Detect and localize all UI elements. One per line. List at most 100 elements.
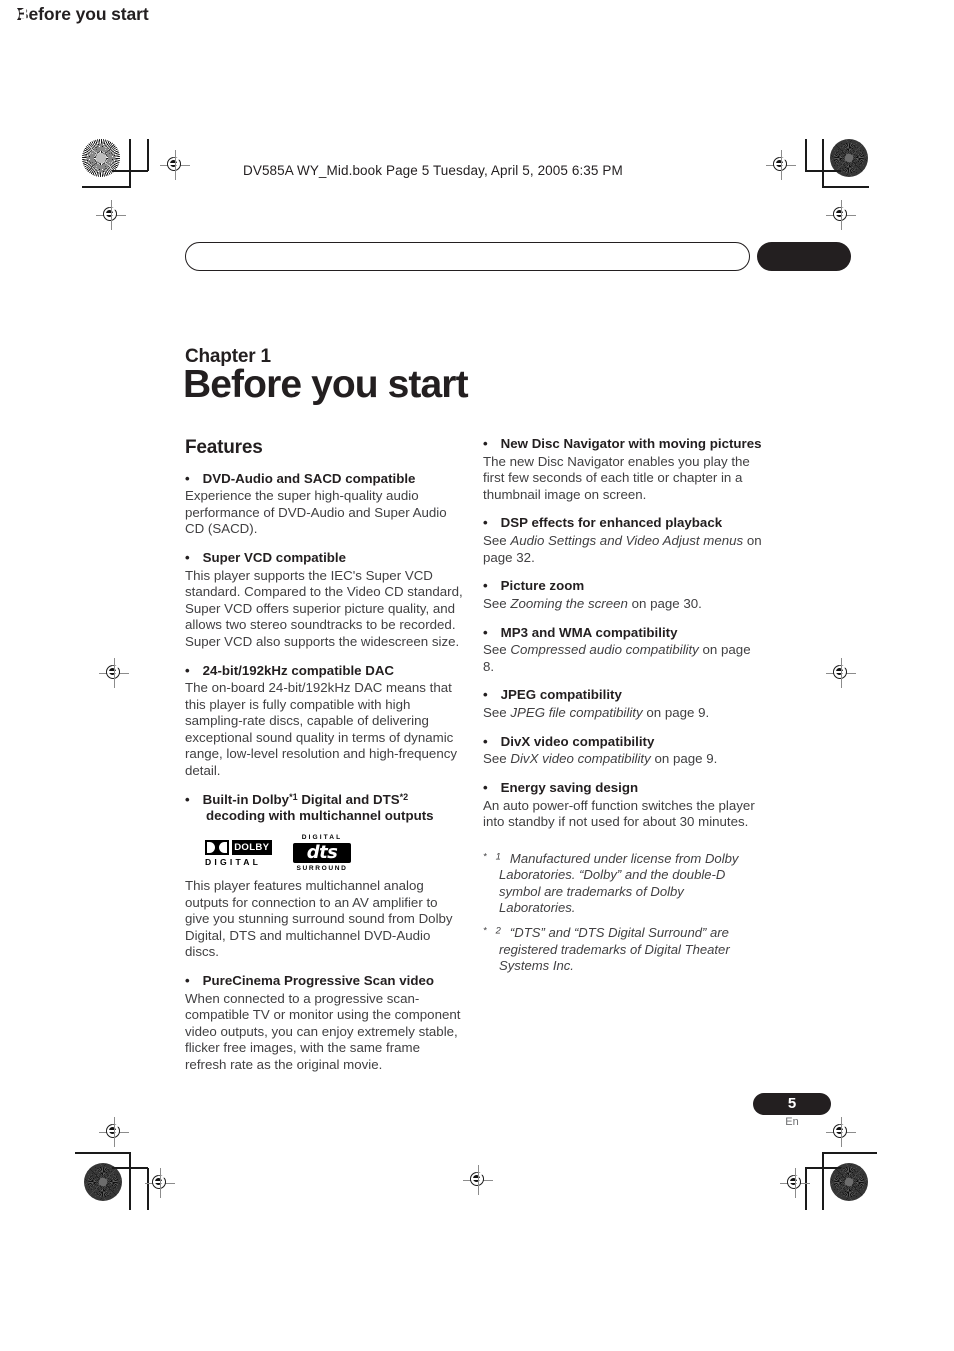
cross-reference: Compressed audio compatibility	[510, 642, 699, 658]
trim-mark-top-left-h2	[112, 170, 148, 172]
feature-title: •Built-in Dolby*1 Digital and DTS*2 decod…	[185, 792, 464, 826]
registration-cross-bottom-left	[145, 1168, 175, 1198]
footnote-text: “DTS” and “DTS Digital Surround” are reg…	[499, 925, 730, 973]
feature-body: See Zooming the screen on page 30.	[483, 596, 762, 613]
registration-cross-bottom-center	[463, 1165, 493, 1195]
cross-reference: Audio Settings and Video Adjust menus	[510, 533, 744, 549]
dolby-digital-text: DIGITAL	[205, 856, 262, 867]
feature-title: •Energy saving design	[483, 780, 762, 797]
running-head-pill	[185, 242, 750, 271]
feature-body: When connected to a progressive scan-com…	[185, 990, 461, 1072]
footnotes-block: *1Manufactured under license from Dolby …	[483, 851, 762, 975]
dts-wordmark: dts	[306, 843, 338, 864]
feature-item: •Super VCD compatible This player suppor…	[185, 550, 464, 650]
trim-mark-top-left-h	[82, 186, 129, 188]
feature-item: •Energy saving design An auto power-off …	[483, 780, 762, 831]
trim-mark-bottom-left-v	[129, 1152, 131, 1210]
bullet-icon: •	[483, 624, 501, 640]
dts-digital-text: DIGITAL	[301, 834, 343, 842]
feature-body-post: on page 30.	[627, 595, 702, 611]
feature-title: •New Disc Navigator with moving pictures	[483, 436, 762, 453]
registration-cross-top-inner-left	[160, 150, 190, 180]
dts-digital-surround-logo: DIGITAL dts SURROUND	[293, 834, 351, 873]
chapter-number-label: 01	[10, 4, 30, 24]
double-d-icon	[205, 840, 229, 856]
trim-mark-bottom-right-v	[822, 1152, 824, 1210]
registration-cross-mid-left	[99, 658, 129, 688]
page-title: Before you start	[183, 363, 469, 406]
feature-title: •JPEG compatibility	[483, 687, 762, 704]
registration-cross-top-right-lower	[826, 200, 856, 230]
feature-body-pre: An auto power-off function switches the …	[483, 797, 755, 830]
feature-title-text: Built-in Dolby	[202, 791, 290, 807]
footnote-marker: *2	[483, 924, 510, 936]
bullet-icon: •	[483, 436, 501, 451]
registration-cross-mid-right	[826, 658, 856, 688]
feature-title: •Picture zoom	[483, 578, 762, 595]
feature-item: •DVD-Audio and SACD compatible Experienc…	[185, 471, 464, 538]
feature-title-text: PureCinema Progressive Scan video	[202, 972, 434, 988]
feature-title-text: Picture zoom	[500, 578, 585, 594]
dolby-wordmark: DOLBY	[231, 840, 272, 856]
feature-body: This player features multichannel analog…	[185, 878, 453, 960]
right-column: •New Disc Navigator with moving pictures…	[483, 436, 762, 983]
feature-body: See DivX video compatibility on page 9.	[483, 751, 762, 768]
feature-body-pre: See	[483, 533, 511, 549]
dolby-digital-logo: DOLBY DIGITAL	[205, 840, 272, 867]
bullet-icon: •	[185, 470, 203, 486]
trim-mark-bottom-right-h2	[805, 1167, 841, 1169]
feature-item: • DivX video compatibility See DivX video…	[483, 734, 762, 768]
footnote-text: Manufactured under license from Dolby La…	[499, 850, 739, 915]
trim-mark-bottom-left-h	[75, 1152, 130, 1154]
chapter-number-badge	[757, 242, 851, 271]
trim-mark-top-right-v	[822, 139, 824, 188]
bullet-icon: •	[185, 791, 203, 807]
feature-title: •DVD-Audio and SACD compatible	[185, 471, 464, 488]
trim-mark-top-right-v2	[805, 139, 807, 171]
registration-cross-lower-left	[99, 1117, 129, 1147]
feature-body-pre: See	[483, 751, 511, 767]
feature-body: See Compressed audio compatibility on pa…	[483, 642, 762, 675]
feature-body-post: on page 9.	[650, 751, 718, 767]
registration-starburst-bottom-right	[830, 1163, 868, 1201]
bullet-icon: •	[185, 972, 203, 988]
feature-title-text: New Disc Navigator with moving pictures	[500, 436, 762, 451]
feature-body: An auto power-off function switches the …	[483, 798, 762, 831]
feature-body: See Audio Settings and Video Adjust menu…	[483, 533, 762, 566]
trim-mark-bottom-right-h	[822, 1152, 877, 1154]
feature-body: The new Disc Navigator enables you play …	[483, 454, 762, 504]
page-number-badge: 5	[753, 1093, 831, 1115]
trim-mark-top-left-v2	[147, 139, 149, 171]
registration-cross-top-left	[96, 200, 126, 230]
feature-item-dolby: •Built-in Dolby*1 Digital and DTS*2 decod…	[185, 792, 464, 961]
feature-item-purecinema: •PureCinema Progressive Scan video When …	[185, 973, 464, 1073]
feature-body-pre: See	[483, 705, 511, 721]
bullet-icon: •	[483, 733, 501, 749]
trim-mark-top-left-v	[129, 139, 131, 188]
feature-title-text: Energy saving design	[500, 779, 639, 795]
cross-reference: JPEG file compatibility	[510, 705, 643, 721]
feature-item: •24-bit/192kHz compatible DAC The on-boa…	[185, 663, 464, 780]
bullet-icon: •	[483, 687, 501, 703]
cross-reference: DivX video compatibility	[510, 751, 651, 767]
registration-cross-bottom-right	[780, 1168, 810, 1198]
footnote-marker: *1	[483, 850, 510, 862]
feature-body-pre: The new Disc Navigator enables you play …	[483, 453, 750, 502]
feature-title-text: Super VCD compatible	[202, 550, 346, 566]
feature-body: Experience the super high-quality audio …	[185, 488, 447, 537]
feature-item: •DSP effects for enhanced playback See A…	[483, 515, 762, 566]
feature-body-pre: See	[483, 642, 511, 658]
feature-title-text: 24-bit/192kHz compatible DAC	[202, 662, 395, 678]
feature-item: •New Disc Navigator with moving pictures…	[483, 436, 762, 503]
feature-body: The on-board 24-bit/192kHz DAC means tha…	[185, 680, 458, 778]
dts-mark-box: dts	[293, 843, 351, 864]
print-filename-stamp: DV585A WY_Mid.book Page 5 Tuesday, April…	[243, 163, 623, 178]
page-language-label: En	[785, 1116, 799, 1128]
feature-body-pre: See	[483, 595, 511, 611]
feature-body: See JPEG file compatibility on page 9.	[483, 705, 762, 722]
features-heading: Features	[185, 437, 263, 458]
feature-title-text: MP3 and WMA compatibility	[500, 624, 678, 640]
bullet-icon: •	[483, 779, 501, 795]
bullet-icon: •	[483, 515, 501, 531]
feature-title-text: DVD-Audio and SACD compatible	[202, 470, 416, 486]
